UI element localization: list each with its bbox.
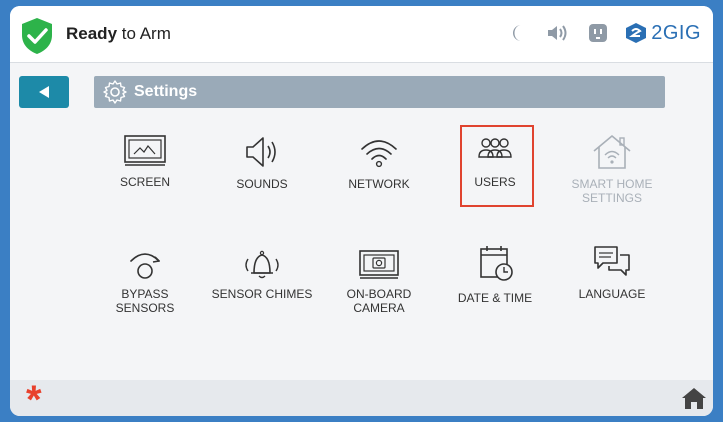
smart-home-icon xyxy=(593,135,631,169)
settings-grid: SCREEN SOUNDS NETWORK USERS SMART HOME S… xyxy=(90,125,670,375)
wifi-icon xyxy=(361,140,397,168)
chat-icon xyxy=(594,246,630,276)
gear-icon xyxy=(103,80,127,104)
page-title-bar: Settings xyxy=(94,76,665,108)
tile-bypass-label: BYPASS SENSORS xyxy=(90,287,200,315)
status-bar: Ready to Arm 2GIG xyxy=(10,6,713,63)
smart-home-label-line1: SMART HOME xyxy=(571,177,653,191)
monitor-icon xyxy=(124,135,166,166)
outlet-icon[interactable] xyxy=(585,20,611,46)
camera-label-line2: CAMERA xyxy=(353,301,405,315)
tile-language[interactable]: LANGUAGE xyxy=(557,243,667,301)
brand-mark-icon xyxy=(626,23,647,43)
tile-users[interactable]: USERS xyxy=(440,133,550,189)
users-icon xyxy=(478,138,512,158)
bypass-icon xyxy=(130,253,160,279)
tile-sounds[interactable]: SOUNDS xyxy=(207,133,317,191)
brand-logo: 2GIG xyxy=(625,22,701,45)
tile-smart-home[interactable]: SMART HOME SETTINGS xyxy=(557,133,667,205)
speaker-icon xyxy=(246,137,276,167)
emergency-asterisk-button[interactable]: * xyxy=(26,380,42,416)
back-button[interactable] xyxy=(19,76,69,108)
bottom-bar: * xyxy=(10,380,713,416)
camera-icon xyxy=(359,250,399,279)
tile-users-label: USERS xyxy=(474,175,516,189)
tile-screen[interactable]: SCREEN xyxy=(90,133,200,189)
arm-status-bold: Ready xyxy=(66,24,118,43)
tile-network[interactable]: NETWORK xyxy=(324,133,434,191)
settings-content: Settings SCREEN SOUNDS NETWORK USERS SMA… xyxy=(10,63,713,380)
shield-check-icon xyxy=(22,18,52,54)
speaker-icon[interactable] xyxy=(545,20,571,46)
tile-camera-label: ON-BOARD CAMERA xyxy=(324,287,434,315)
tile-onboard-camera[interactable]: ON-BOARD CAMERA xyxy=(324,247,434,315)
tile-language-label: LANGUAGE xyxy=(578,287,646,301)
calendar-clock-icon xyxy=(480,246,513,281)
back-arrow-icon xyxy=(39,86,49,98)
moon-icon[interactable] xyxy=(505,20,531,46)
tile-network-label: NETWORK xyxy=(348,177,410,191)
home-icon[interactable] xyxy=(681,386,707,410)
tile-bypass-sensors[interactable]: BYPASS SENSORS xyxy=(90,247,200,315)
tile-smart-home-label: SMART HOME SETTINGS xyxy=(557,177,667,205)
brand-text: 2GIG xyxy=(651,21,701,44)
tile-sounds-label: SOUNDS xyxy=(236,177,288,191)
bypass-label-line2: SENSORS xyxy=(115,301,175,315)
panel-screen: Ready to Arm 2GIG Settings SCREEN SOUNDS… xyxy=(10,6,713,416)
bypass-label-line1: BYPASS xyxy=(121,287,169,301)
smart-home-label-line2: SETTINGS xyxy=(581,191,642,205)
tile-screen-label: SCREEN xyxy=(119,175,170,189)
bell-icon xyxy=(245,250,279,279)
tile-date-time[interactable]: DATE & TIME xyxy=(440,243,550,305)
camera-label-line1: ON-BOARD xyxy=(346,287,412,301)
page-title: Settings xyxy=(134,83,198,100)
tile-sensor-chimes[interactable]: SENSOR CHIMES xyxy=(207,247,317,301)
tile-chimes-label: SENSOR CHIMES xyxy=(211,287,313,301)
tile-datetime-label: DATE & TIME xyxy=(457,291,533,305)
status-icons: 2GIG xyxy=(505,20,701,46)
arm-status[interactable]: Ready to Arm xyxy=(66,24,171,44)
arm-status-rest: to Arm xyxy=(117,24,171,43)
